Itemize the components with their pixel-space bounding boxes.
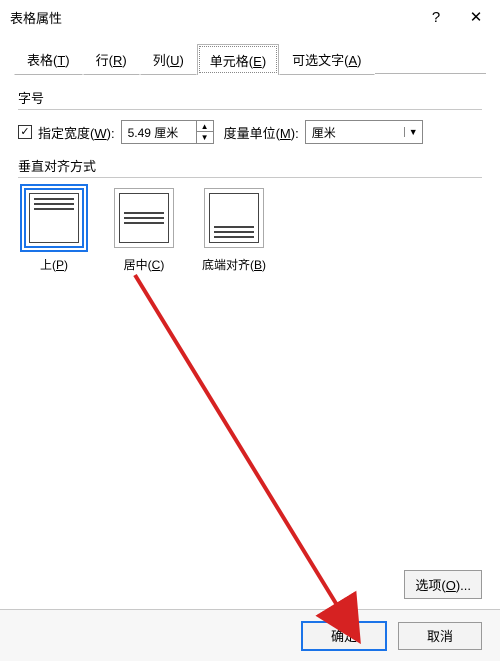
tab-table[interactable]: 表格(T): [14, 43, 83, 75]
group-size-label: 字号: [18, 88, 482, 107]
preferred-width-checkbox[interactable]: [18, 125, 32, 139]
spinner-up-icon[interactable]: ▲: [197, 121, 213, 132]
preferred-width-label: 指定宽度(W):: [38, 123, 115, 142]
valign-options: 上(P) 居中(C) 底端对齐(B): [18, 188, 482, 273]
valign-center-icon: [114, 188, 174, 248]
tab-strip: 表格(T) 行(R) 列(U) 单元格(E) 可选文字(A): [0, 34, 500, 74]
preferred-width-spinner[interactable]: ▲ ▼: [121, 120, 214, 144]
tab-alttext[interactable]: 可选文字(A): [279, 43, 374, 75]
tab-column[interactable]: 列(U): [140, 43, 197, 75]
measure-unit-value: 厘米: [306, 124, 404, 141]
options-button[interactable]: 选项(O)...: [404, 570, 482, 599]
tab-row[interactable]: 行(R): [83, 43, 140, 75]
close-button[interactable]: ✕: [456, 0, 496, 34]
tab-cell[interactable]: 单元格(E): [197, 44, 279, 75]
titlebar: 表格属性 ? ✕: [0, 0, 500, 34]
chevron-down-icon: ▼: [404, 127, 422, 137]
dialog-footer: 确定 取消: [0, 609, 500, 661]
size-row: 指定宽度(W): ▲ ▼ 度量单位(M): 厘米 ▼: [18, 120, 482, 144]
help-button[interactable]: ?: [416, 0, 456, 34]
window-title: 表格属性: [10, 8, 416, 27]
valign-top[interactable]: 上(P): [18, 188, 90, 273]
group-valign-label: 垂直对齐方式: [18, 156, 482, 175]
ok-button[interactable]: 确定: [302, 622, 386, 650]
tab-panel-cell: 字号 指定宽度(W): ▲ ▼ 度量单位(M): 厘米 ▼ 垂直对齐方式: [0, 74, 500, 273]
spinner-down-icon[interactable]: ▼: [197, 132, 213, 143]
valign-top-icon: [24, 188, 84, 248]
measure-unit-label: 度量单位(M):: [224, 123, 299, 142]
valign-bottom[interactable]: 底端对齐(B): [198, 188, 270, 273]
preferred-width-input[interactable]: [122, 121, 196, 143]
valign-center[interactable]: 居中(C): [108, 188, 180, 273]
valign-bottom-icon: [204, 188, 264, 248]
measure-unit-select[interactable]: 厘米 ▼: [305, 120, 423, 144]
cancel-button[interactable]: 取消: [398, 622, 482, 650]
